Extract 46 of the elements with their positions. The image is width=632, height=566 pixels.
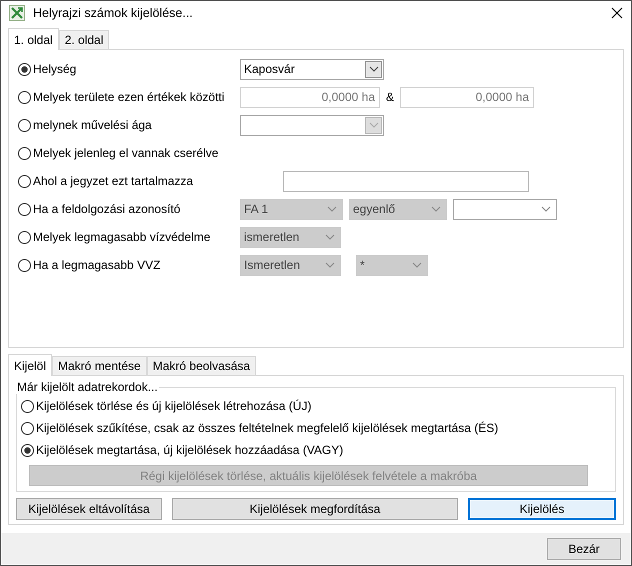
option-label[interactable]: Ahol a jegyzet ezt tartalmazza [33, 174, 194, 188]
option-label[interactable]: Melyek területe ezen értékek közötti [33, 90, 224, 104]
radio-button[interactable] [18, 62, 31, 76]
option-label[interactable]: Kijelölések megtartása, új kijelölések hozzáadása (VAGY) [36, 443, 344, 458]
close-button[interactable]: Bezár [547, 538, 621, 560]
tab[interactable]: 1. oldal [8, 28, 59, 50]
radio-button[interactable] [21, 422, 34, 435]
option-label[interactable]: Ha a legmagasabb VVZ [33, 258, 160, 272]
close-icon[interactable] [611, 6, 623, 19]
chevron-down-icon [325, 262, 335, 268]
option-label[interactable]: Kijelölések szűkítése, csak az összes feltételnek megfelelő kijelölések megtartása (ÉS) [36, 421, 498, 436]
option-label[interactable]: Melyek legmagasabb vízvédelme [33, 230, 210, 244]
chevron-down-icon [431, 206, 441, 212]
option-label[interactable]: Ha a feldolgozási azonosító [33, 202, 180, 216]
window-title: Helyrajzi számok kijelölése... [33, 6, 193, 20]
tab[interactable]: 2. oldal [58, 30, 110, 50]
radio-button[interactable] [18, 174, 31, 188]
radio-button[interactable] [21, 444, 34, 457]
ampersand-label: & [385, 89, 396, 106]
option-label[interactable]: Kijelölések törlése és új kijelölések létrehozása (ÚJ) [36, 399, 312, 414]
input-field[interactable] [283, 170, 529, 192]
tab[interactable]: Makró mentése [52, 356, 147, 376]
action-button[interactable]: Kijelölések megfordítása [172, 498, 458, 520]
radio-button[interactable] [18, 118, 31, 132]
radio-button[interactable] [18, 230, 31, 244]
app-icon [9, 4, 25, 21]
option-label[interactable]: Helység [33, 62, 76, 76]
chevron-down-icon [368, 66, 378, 72]
group-title: Már kijelölt adatrekordok... [16, 380, 159, 394]
radio-button[interactable] [18, 90, 31, 104]
chevron-down-icon [412, 262, 422, 268]
tab[interactable]: Kijelöl [8, 354, 52, 376]
option-label[interactable]: Melyek jelenleg el vannak cserélve [33, 146, 218, 160]
radio-button[interactable] [18, 258, 31, 272]
action-button[interactable]: Kijelölések eltávolítása [16, 498, 162, 520]
chevron-down-icon [541, 206, 551, 212]
chevron-down-icon [368, 122, 378, 128]
radio-button[interactable] [18, 146, 31, 160]
dropdown[interactable]: Kaposvár [240, 58, 384, 80]
action-button[interactable]: Kijelölés [468, 498, 616, 520]
option-label[interactable]: melynek művelési ága [33, 118, 152, 132]
chevron-down-icon [325, 234, 335, 240]
radio-button[interactable] [18, 202, 31, 216]
radio-button[interactable] [21, 400, 34, 413]
tab[interactable]: Makró beolvasása [146, 356, 256, 376]
chevron-down-icon [327, 206, 337, 212]
